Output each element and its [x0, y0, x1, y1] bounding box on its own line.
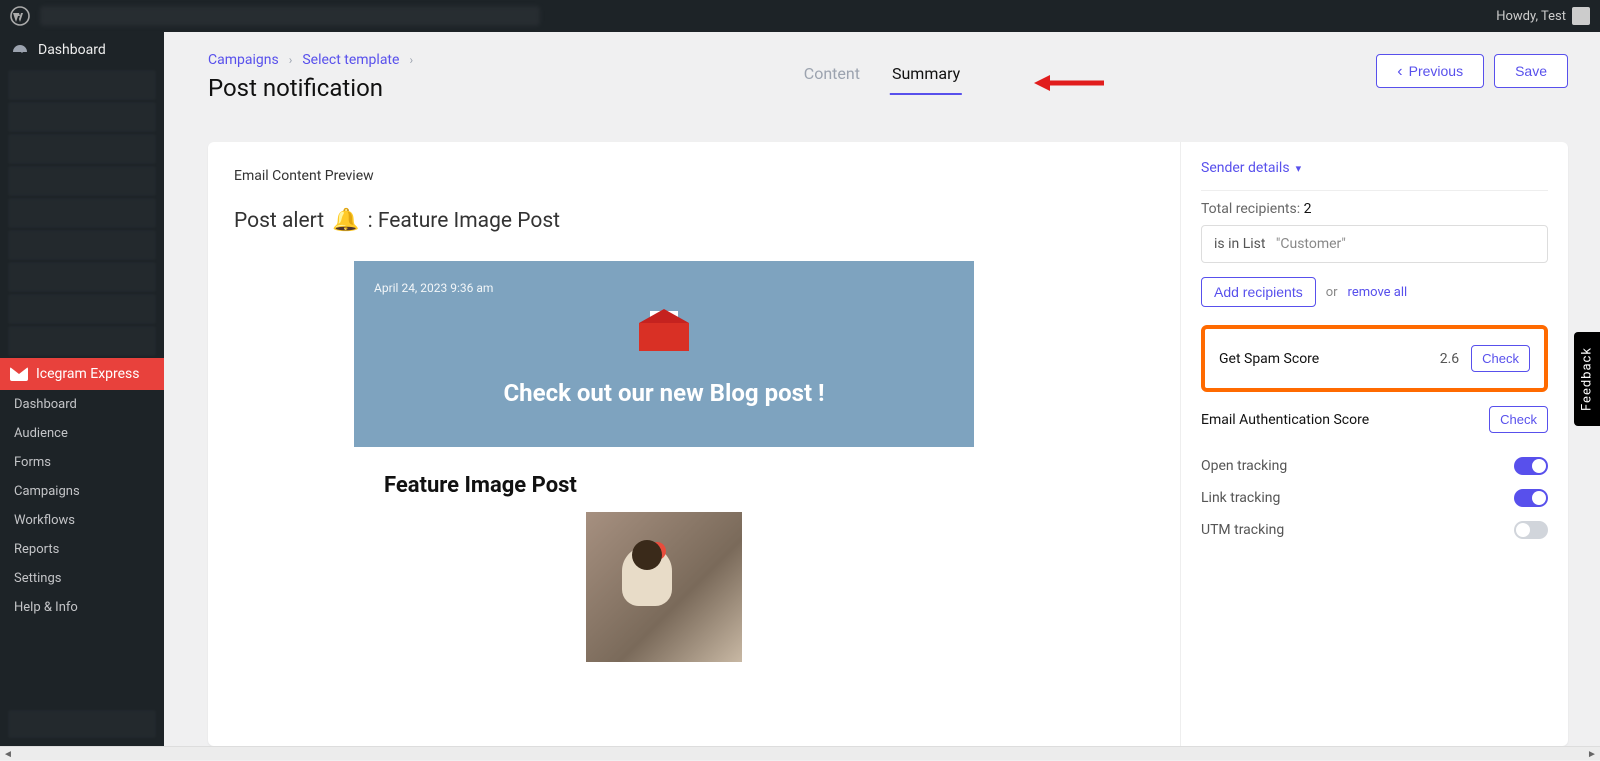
subject-prefix: Post alert	[234, 209, 324, 233]
breadcrumb-campaigns[interactable]: Campaigns	[208, 52, 279, 68]
submenu-audience[interactable]: Audience	[0, 419, 164, 448]
utm-tracking-label: UTM tracking	[1201, 522, 1284, 538]
tab-content[interactable]: Content	[802, 60, 862, 95]
email-auth-label: Email Authentication Score	[1201, 412, 1369, 428]
sidebar-blurred-item	[8, 70, 156, 100]
email-date: April 24, 2023 9:36 am	[374, 281, 954, 295]
recipients-count: 2	[1304, 201, 1312, 217]
dashboard-icon	[10, 40, 30, 60]
submenu-campaigns[interactable]: Campaigns	[0, 477, 164, 506]
wp-admin-bar: Howdy, Test	[0, 0, 1600, 32]
wordpress-logo-icon[interactable]	[10, 6, 30, 26]
check-auth-button[interactable]: Check	[1489, 406, 1548, 433]
email-header: April 24, 2023 9:36 am Check out our new…	[354, 261, 974, 447]
adminbar-greeting: Howdy, Test	[1496, 9, 1566, 24]
email-subject: Post alert 🔔 : Feature Image Post	[234, 208, 1154, 233]
wizard-tabs: Content Summary	[802, 60, 962, 95]
recipients-actions: Add recipients or remove all	[1201, 277, 1548, 307]
save-button[interactable]: Save	[1494, 54, 1568, 88]
email-body-preview: April 24, 2023 9:36 am Check out our new…	[354, 261, 974, 662]
submenu-reports[interactable]: Reports	[0, 535, 164, 564]
header-actions: Previous Save	[1376, 54, 1568, 88]
sidebar-blurred-item	[8, 166, 156, 196]
chevron-left-icon	[1397, 63, 1402, 79]
sidebar-blurred-item	[8, 198, 156, 228]
breadcrumb-select-template[interactable]: Select template	[302, 52, 399, 68]
check-spam-button[interactable]: Check	[1471, 345, 1530, 372]
adminbar-blurred-items	[40, 6, 540, 26]
spam-score-label: Get Spam Score	[1219, 351, 1319, 367]
total-recipients: Total recipients: 2	[1201, 201, 1548, 217]
open-tracking-row: Open tracking	[1201, 457, 1548, 475]
feedback-tab[interactable]: Feedback	[1574, 332, 1600, 426]
submenu-settings[interactable]: Settings	[0, 564, 164, 593]
utm-tracking-toggle[interactable]	[1514, 521, 1548, 539]
open-tracking-label: Open tracking	[1201, 458, 1287, 474]
sidebar-blurred-item	[8, 262, 156, 292]
bell-icon: 🔔	[332, 208, 359, 233]
sidebar-item-icegram-express[interactable]: Icegram Express	[0, 358, 164, 390]
sidebar-active-label: Icegram Express	[36, 366, 140, 382]
save-label: Save	[1515, 63, 1547, 79]
add-recipients-button[interactable]: Add recipients	[1201, 277, 1316, 307]
adminbar-account[interactable]: Howdy, Test	[1496, 7, 1590, 25]
open-tracking-toggle[interactable]	[1514, 457, 1548, 475]
chevron-right-icon: ›	[409, 53, 413, 67]
sender-details-label: Sender details	[1201, 160, 1290, 176]
summary-settings-panel: Sender details ▾ Total recipients: 2 is …	[1180, 142, 1568, 746]
link-tracking-toggle[interactable]	[1514, 489, 1548, 507]
email-preview-panel: Email Content Preview Post alert 🔔 : Fea…	[208, 142, 1180, 746]
sidebar-blurred-item	[8, 294, 156, 324]
submenu-help-info[interactable]: Help & Info	[0, 593, 164, 622]
sidebar-blurred-item	[8, 134, 156, 164]
list-prefix: is in List	[1214, 236, 1265, 252]
chevron-down-icon: ▾	[1296, 162, 1302, 175]
sidebar-submenu: Dashboard Audience Forms Campaigns Workf…	[0, 390, 164, 622]
main-content: Campaigns › Select template › Post notif…	[164, 32, 1600, 746]
sidebar-item-dashboard[interactable]: Dashboard	[0, 32, 164, 68]
subject-suffix: : Feature Image Post	[368, 209, 560, 233]
submenu-dashboard[interactable]: Dashboard	[0, 390, 164, 419]
or-text: or	[1326, 285, 1338, 300]
wp-admin-sidebar: Dashboard Icegram Express Dashboard Audi…	[0, 32, 164, 746]
email-headline: Check out our new Blog post !	[374, 379, 954, 407]
page-header: Campaigns › Select template › Post notif…	[164, 32, 1600, 102]
spam-score-box: Get Spam Score 2.6 Check	[1201, 325, 1548, 392]
scroll-right-icon[interactable]: ►	[1584, 747, 1600, 761]
submenu-forms[interactable]: Forms	[0, 448, 164, 477]
horizontal-scrollbar[interactable]: ◄ ►	[0, 746, 1600, 760]
email-feature-image	[586, 512, 742, 662]
utm-tracking-row: UTM tracking	[1201, 521, 1548, 539]
summary-card: Email Content Preview Post alert 🔔 : Fea…	[208, 142, 1568, 746]
divider	[1201, 190, 1548, 191]
avatar-icon	[1572, 7, 1590, 25]
sender-details-toggle[interactable]: Sender details ▾	[1201, 160, 1548, 186]
sidebar-blurred-item	[8, 102, 156, 132]
email-post-title: Feature Image Post	[384, 473, 944, 498]
chevron-right-icon: ›	[289, 53, 293, 67]
mail-icon	[639, 311, 689, 351]
sidebar-blurred-item	[8, 326, 156, 356]
email-content: Feature Image Post	[354, 447, 974, 662]
spam-score-value: 2.6	[1440, 351, 1459, 367]
recipients-label: Total recipients:	[1201, 201, 1300, 217]
submenu-workflows[interactable]: Workflows	[0, 506, 164, 535]
preview-section-label: Email Content Preview	[234, 168, 1154, 184]
sidebar-collapse-blurred	[8, 710, 156, 738]
recipient-list-chip[interactable]: is in List "Customer"	[1201, 225, 1548, 263]
scroll-left-icon[interactable]: ◄	[0, 747, 16, 761]
link-tracking-row: Link tracking	[1201, 489, 1548, 507]
previous-label: Previous	[1409, 63, 1463, 79]
sidebar-dashboard-label: Dashboard	[38, 42, 106, 58]
previous-button[interactable]: Previous	[1376, 54, 1484, 88]
list-value: "Customer"	[1276, 236, 1346, 252]
tab-summary[interactable]: Summary	[890, 60, 962, 95]
email-auth-row: Email Authentication Score Check	[1201, 406, 1548, 433]
sidebar-blurred-item	[8, 230, 156, 260]
remove-all-link[interactable]: remove all	[1348, 285, 1408, 300]
envelope-icon	[10, 367, 28, 381]
link-tracking-label: Link tracking	[1201, 490, 1280, 506]
